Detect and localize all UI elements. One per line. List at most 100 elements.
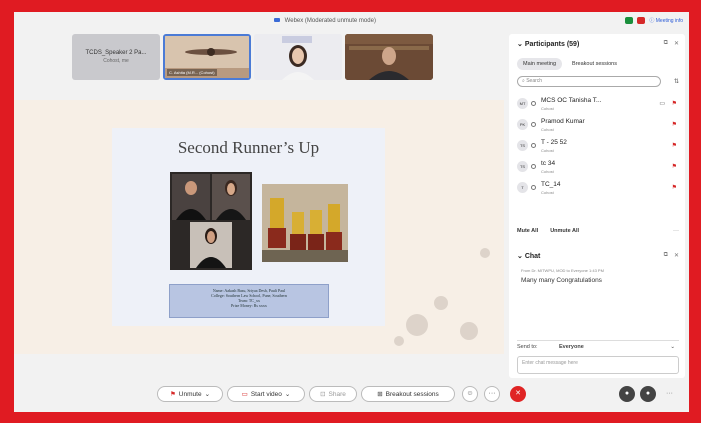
mic-muted-icon[interactable]: ⚑ — [672, 121, 677, 128]
tab-main-meeting[interactable]: Main meeting — [517, 58, 563, 70]
chevron-down-icon: ⌄ — [204, 391, 211, 398]
reactions-icon[interactable]: ☺ — [462, 386, 478, 402]
participant-name: TC_14 — [541, 181, 561, 188]
bokeh-decoration — [434, 296, 448, 310]
avatar: TS — [517, 161, 528, 172]
participant-row[interactable]: PK Pramod Kumar Cohost ⚑ — [517, 115, 681, 136]
participant-name: T - 25 52 — [541, 139, 567, 146]
share-icon: ⊡ — [320, 391, 326, 398]
send-to-label: Send to: — [517, 344, 538, 350]
video-off-icon: ▭ — [241, 391, 248, 398]
chat-title[interactable]: ⌄ Chat — [517, 252, 540, 260]
mute-all-button[interactable]: Mute All — [517, 228, 538, 234]
chat-message-sender: From Dr. MITWPU, MOD to Everyone 1:43 PM — [521, 268, 604, 273]
close-icon[interactable]: ✕ — [674, 40, 679, 47]
mic-muted-icon[interactable]: ⚑ — [672, 142, 677, 149]
participant-row[interactable]: T TC_14 Cohost ⚑ — [517, 178, 681, 199]
mic-muted-icon[interactable]: ⚑ — [672, 184, 677, 191]
participant-name: Pramod Kumar — [541, 118, 585, 125]
meeting-title-text: Webex (Moderated unmute mode) — [284, 18, 376, 24]
winners-caption: Name: Aakash Basu, Sriyaa Desh, Pauli Pa… — [169, 284, 329, 318]
chat-message-input[interactable]: Enter chat message here — [517, 356, 679, 374]
start-video-button[interactable]: ▭ Start video ⌄ — [227, 386, 305, 402]
participant-name: tc 34 — [541, 160, 556, 167]
connection-status-icon[interactable] — [625, 17, 634, 24]
participant-row[interactable]: TS T - 25 52 Cohost ⚑ — [517, 136, 681, 157]
unmute-all-button[interactable]: Unmute All — [550, 228, 579, 234]
breakout-icon: ⊞ — [377, 391, 383, 398]
webex-window: Webex (Moderated unmute mode) ⓘ Meeting … — [14, 12, 689, 412]
chat-panel-icons: ⧉ ✕ — [664, 252, 679, 259]
mic-muted-icon[interactable]: ⚑ — [672, 163, 677, 170]
send-to-value: Everyone — [559, 344, 584, 350]
winners-collage — [170, 172, 252, 270]
camera-icon: ▭ — [659, 101, 665, 107]
participant-role: Cohost — [541, 148, 554, 153]
video-tile-name: C. Ashita (M.R... (Cohost) — [167, 69, 217, 76]
top-right-controls: ⓘ Meeting info — [625, 17, 683, 24]
bokeh-decoration — [406, 314, 428, 336]
participants-panel-icons: ⧉ ✕ — [664, 40, 679, 47]
video-tile-name: TCDS_Speaker 2 Pa... — [85, 50, 147, 56]
participant-row[interactable]: MT MCS OC Tanisha T... Cohost ▭ ⚑ — [517, 94, 681, 115]
more-options-icon[interactable]: ··· — [666, 390, 673, 397]
shared-content-stage: Second Runner’s Up Name: Aakash Basu, Sr… — [14, 100, 504, 354]
unmute-button[interactable]: ⚑ Unmute ⌄ — [157, 386, 223, 402]
more-options-icon[interactable]: ··· — [673, 228, 679, 234]
share-button[interactable]: ⊡ Share — [309, 386, 357, 402]
winners-photo — [170, 172, 252, 270]
bokeh-decoration — [460, 322, 478, 340]
breakout-sessions-button[interactable]: ⊞ Breakout sessions — [361, 386, 455, 402]
top-bar: Webex (Moderated unmute mode) ⓘ Meeting … — [14, 12, 689, 34]
send-to-select[interactable]: Send to: Everyone ⌄ — [517, 340, 679, 352]
chevron-down-icon: ⌄ — [670, 344, 675, 350]
webex-logo-icon — [274, 18, 280, 22]
status-icon — [531, 185, 536, 190]
meeting-info-link[interactable]: ⓘ Meeting info — [649, 17, 683, 24]
close-icon[interactable]: ✕ — [674, 252, 679, 259]
chat-icon[interactable]: ● — [640, 386, 656, 402]
participants-title[interactable]: ⌄ Participants (59) — [517, 40, 579, 48]
status-icon — [531, 164, 536, 169]
meeting-title: Webex (Moderated unmute mode) — [274, 18, 376, 24]
participant-video — [345, 34, 433, 80]
participant-role: Cohost — [541, 169, 554, 174]
participant-row[interactable]: TS tc 34 Cohost ⚑ — [517, 157, 681, 178]
participant-role: Cohost — [541, 127, 554, 132]
participant-role: Cohost — [541, 106, 554, 111]
popout-icon[interactable]: ⧉ — [664, 40, 668, 47]
participant-list: MT MCS OC Tanisha T... Cohost ▭ ⚑ PK Pra… — [517, 94, 681, 199]
trophies-image — [262, 184, 348, 262]
participant-role: Cohost — [541, 190, 554, 195]
mic-muted-icon[interactable]: ⚑ — [672, 100, 677, 107]
video-tile-participant[interactable] — [345, 34, 433, 80]
end-call-icon[interactable]: ✕ — [510, 386, 526, 402]
slide-title: Second Runner’s Up — [177, 138, 320, 157]
video-tile-participant[interactable] — [254, 34, 342, 80]
caption-line: Prize Money: Rs xxxx — [231, 303, 267, 308]
chat-message-text: Many many Congratulations — [521, 277, 602, 284]
participant-name: MCS OC Tanisha T... — [541, 97, 602, 104]
popout-icon[interactable]: ⧉ — [664, 252, 668, 259]
tab-breakout-sessions[interactable]: Breakout sessions — [566, 58, 623, 70]
mute-controls: Mute All Unmute All — [517, 228, 579, 234]
status-icon — [531, 143, 536, 148]
meeting-controls-bar: ⚑ Unmute ⌄ ▭ Start video ⌄ ⊡ Share ⊞ Bre… — [14, 378, 689, 412]
video-tile-role: Cohost, me — [103, 58, 129, 64]
chevron-down-icon: ⌄ — [284, 391, 291, 398]
avatar: TS — [517, 140, 528, 151]
sort-icon[interactable]: ⇅ — [674, 78, 679, 85]
video-tile-active-speaker[interactable]: C. Ashita (M.R... (Cohost) — [163, 34, 251, 80]
avatar: T — [517, 182, 528, 193]
mic-muted-icon: ⚑ — [169, 391, 176, 398]
video-tile-speaker[interactable]: TCDS_Speaker 2 Pa... Cohost, me — [72, 34, 160, 80]
participants-icon[interactable]: ● — [619, 386, 635, 402]
status-icon — [531, 101, 536, 106]
avatar: MT — [517, 98, 528, 109]
participant-video — [254, 34, 342, 80]
bokeh-decoration — [480, 248, 490, 258]
more-options-icon[interactable]: ··· — [484, 386, 500, 402]
recording-icon[interactable] — [637, 17, 646, 24]
participant-search-input[interactable]: ⌕ Search — [517, 76, 661, 87]
status-icon — [531, 122, 536, 127]
